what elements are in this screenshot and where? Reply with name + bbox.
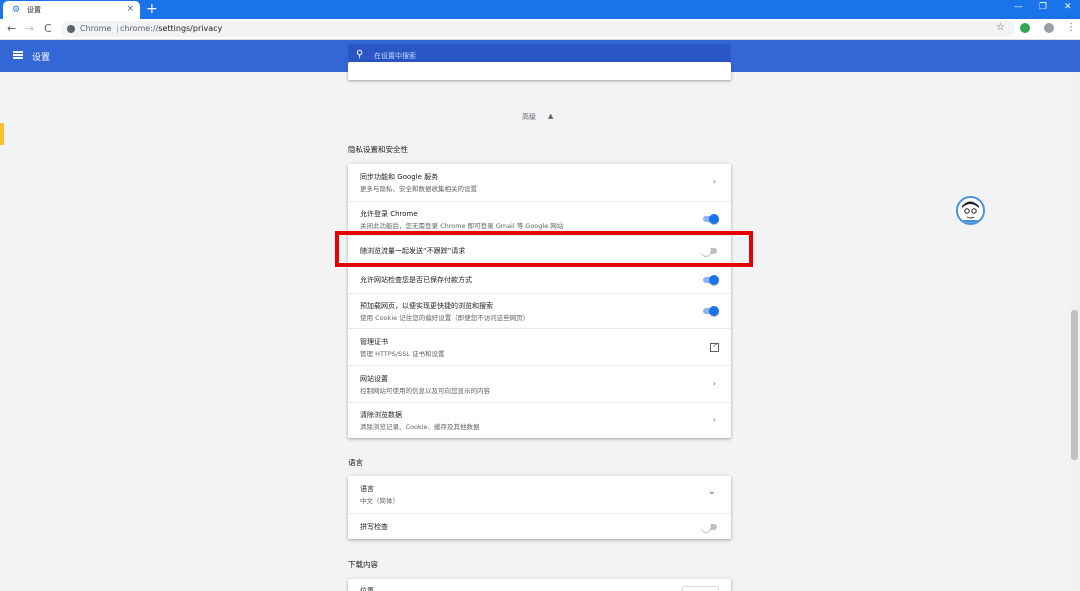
more-icon[interactable]: ⋮ — [1066, 22, 1076, 33]
extension-icon[interactable] — [1020, 23, 1030, 33]
address-bar[interactable]: Chrome | chrome://settings/privacy — [61, 21, 1015, 37]
chevron-down-icon[interactable]: ⌄ — [708, 486, 716, 497]
row-sublabel: 中文（简体） — [360, 497, 399, 505]
gear-icon: ⚙ — [12, 5, 21, 15]
downloads-card: 位置 — [348, 579, 731, 591]
search-placeholder: 在设置中搜索 — [374, 52, 416, 60]
row-sublabel: 使用 Cookie 记住您的偏好设置（即便您不访问这些网页） — [360, 314, 530, 322]
tab-strip: ⚙ 设置 × + — ❐ ✕ — [0, 0, 1080, 19]
row-label: 允许网站检查您是否已保存付款方式 — [360, 276, 472, 284]
languages-row-spellcheck[interactable]: 拼写检查 — [348, 513, 731, 539]
close-window-button[interactable]: ✕ — [1064, 2, 1072, 12]
row-sublabel: 清除浏览记录、Cookie、缓存及其他数据 — [360, 423, 480, 431]
arrow-right-icon[interactable]: › — [713, 415, 716, 424]
star-icon[interactable]: ☆ — [996, 22, 1005, 33]
side-marker — [0, 123, 4, 145]
toggle-knob — [709, 306, 719, 316]
browser-toolbar: ← → C Chrome | chrome://settings/privacy… — [0, 19, 1080, 40]
row-sublabel: 控制网站可使用的信息以及可向您显示的内容 — [360, 387, 490, 395]
omnibox-chrome-label: Chrome — [80, 24, 112, 33]
menu-icon[interactable] — [13, 51, 23, 59]
row-label: 管理证书 — [360, 338, 388, 346]
page-title: 设置 — [32, 53, 51, 63]
privacy-section-title: 隐私设置和安全性 — [348, 145, 408, 154]
avatar — [956, 196, 985, 225]
cartoon-face-icon — [958, 198, 983, 223]
toggle-switch[interactable] — [701, 306, 719, 316]
row-label: 拼写检查 — [360, 523, 388, 531]
row-sublabel: 更多与隐私、安全和数据收集相关的设置 — [360, 185, 477, 193]
row-label: 允许登录 Chrome — [360, 210, 418, 218]
languages-card: 语言 中文（简体） ⌄ 拼写检查 — [348, 476, 731, 539]
previous-card — [348, 62, 731, 80]
search-icon: ⚲ — [356, 49, 364, 60]
row-label: 位置 — [360, 587, 374, 591]
row-label: 同步功能和 Google 服务 — [360, 173, 439, 181]
downloads-row-location[interactable]: 位置 — [348, 579, 731, 591]
toggle-switch[interactable] — [701, 522, 719, 532]
toggle-knob — [701, 522, 711, 532]
scrollbar-thumb[interactable] — [1071, 310, 1078, 460]
highlight-box — [335, 231, 753, 267]
languages-section-title: 语言 — [348, 458, 363, 467]
row-label: 清除浏览数据 — [360, 411, 402, 419]
change-button[interactable] — [682, 586, 719, 591]
privacy-row-certificates[interactable]: 管理证书 管理 HTTPS/SSL 证书和设置 — [348, 328, 731, 365]
arrow-right-icon[interactable]: › — [713, 379, 716, 388]
chevron-up-icon[interactable]: ▲ — [548, 112, 553, 120]
toggle-knob — [709, 214, 719, 224]
row-sublabel: 关闭此功能后，您无需登录 Chrome 即可登录 Gmail 等 Google … — [360, 222, 564, 230]
row-label: 网站设置 — [360, 375, 388, 383]
privacy-card: 同步功能和 Google 服务 更多与隐私、安全和数据收集相关的设置 › 允许登… — [348, 164, 731, 438]
arrow-right-icon[interactable]: › — [713, 177, 716, 186]
row-sublabel: 管理 HTTPS/SSL 证书和设置 — [360, 350, 445, 358]
external-link-icon[interactable] — [710, 341, 719, 352]
privacy-row-sync[interactable]: 同步功能和 Google 服务 更多与隐私、安全和数据收集相关的设置 › — [348, 164, 731, 201]
omnibox-separator: | — [116, 24, 119, 33]
maximize-button[interactable]: ❐ — [1039, 2, 1047, 12]
privacy-row-signin[interactable]: 允许登录 Chrome 关闭此功能后，您无需登录 Chrome 即可登录 Gma… — [348, 201, 731, 235]
privacy-row-payment[interactable]: 允许网站检查您是否已保存付款方式 — [348, 265, 731, 293]
url-path: settings/privacy — [158, 24, 223, 33]
privacy-row-clear-data[interactable]: 清除浏览数据 清除浏览记录、Cookie、缓存及其他数据 › — [348, 402, 731, 438]
minimize-button[interactable]: — — [1014, 2, 1023, 12]
info-icon[interactable] — [67, 25, 75, 33]
row-label: 预加载网页，以便实现更快捷的浏览和搜索 — [360, 302, 493, 310]
tab-settings[interactable]: ⚙ 设置 × — [3, 1, 140, 19]
profile-icon[interactable] — [1044, 23, 1054, 33]
languages-row-language[interactable]: 语言 中文（简体） ⌄ — [348, 476, 731, 513]
new-tab-button[interactable]: + — [146, 1, 158, 17]
close-icon[interactable]: × — [126, 4, 134, 14]
privacy-row-site-settings[interactable]: 网站设置 控制网站可使用的信息以及可向您显示的内容 › — [348, 365, 731, 402]
toggle-switch[interactable] — [701, 214, 719, 224]
privacy-row-preload[interactable]: 预加载网页，以便实现更快捷的浏览和搜索 使用 Cookie 记住您的偏好设置（即… — [348, 293, 731, 328]
toggle-switch[interactable] — [701, 275, 719, 285]
url-text[interactable]: chrome://settings/privacy — [120, 24, 222, 33]
downloads-section-title: 下载内容 — [348, 560, 378, 569]
forward-button[interactable]: → — [25, 22, 34, 35]
url-scheme: chrome:// — [120, 24, 159, 33]
advanced-toggle[interactable]: 高级 — [522, 112, 536, 122]
tab-title: 设置 — [27, 6, 41, 14]
back-button[interactable]: ← — [7, 22, 16, 35]
reload-button[interactable]: C — [44, 22, 52, 35]
toggle-knob — [709, 275, 719, 285]
row-label: 语言 — [360, 485, 374, 493]
